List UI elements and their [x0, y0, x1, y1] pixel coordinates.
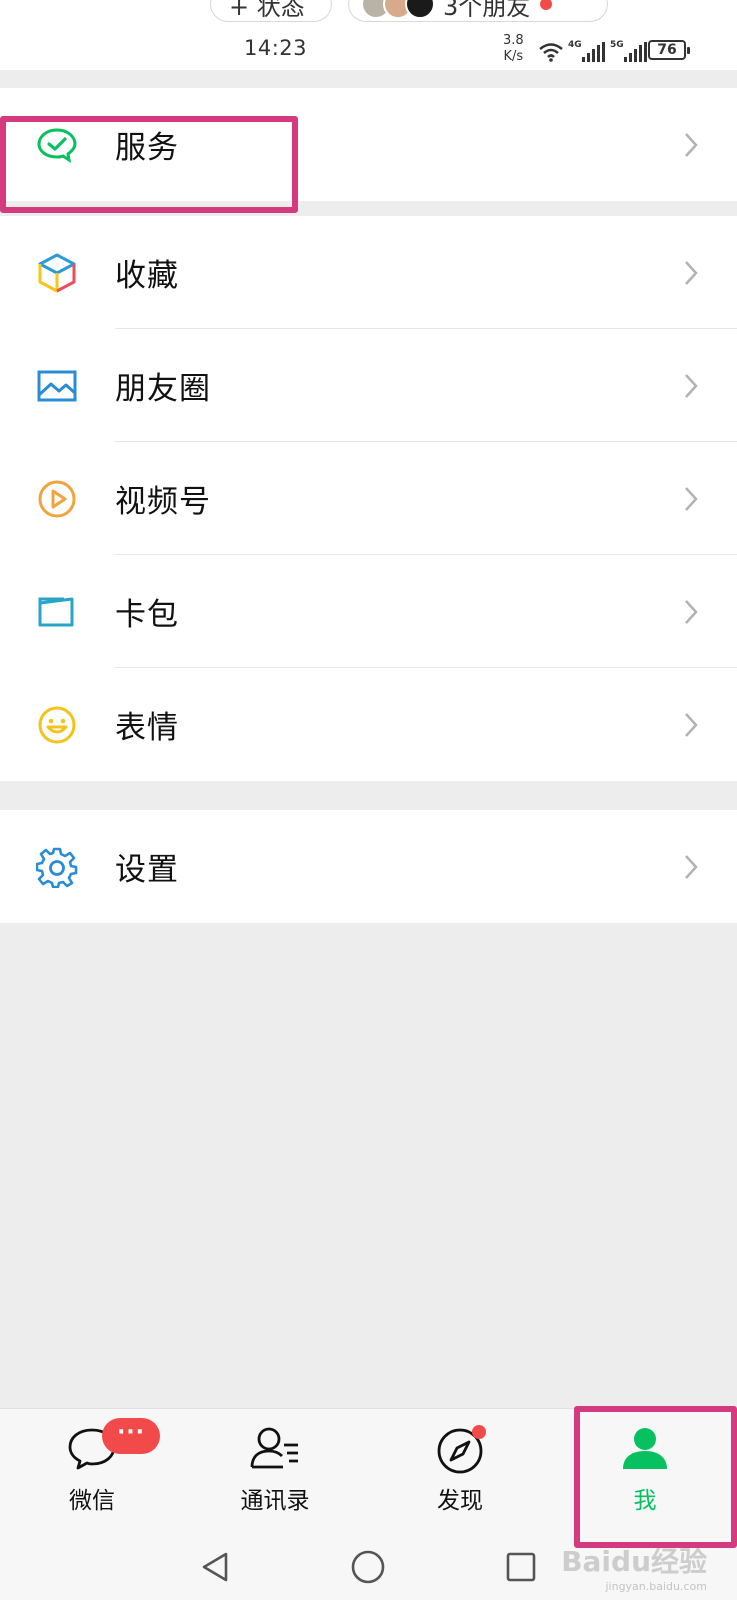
sticker-smile-icon — [36, 704, 78, 746]
home-circle-icon — [351, 1550, 385, 1584]
new-dot-icon — [472, 1425, 486, 1439]
tab-discover[interactable]: 发现 — [400, 1409, 520, 1535]
tab-label: 微信 — [69, 1488, 115, 1514]
friends-status-button[interactable]: 3个朋友 — [348, 0, 608, 22]
chevron-right-icon — [685, 260, 698, 285]
favorites-cube-icon — [36, 252, 78, 294]
channels-play-icon — [36, 478, 78, 520]
avatar — [405, 0, 435, 19]
net-speed: 3.8 K/s — [503, 33, 524, 65]
menu-item-favorites[interactable]: 收藏 — [0, 216, 737, 329]
settings-gear-icon — [36, 846, 78, 888]
network-type-label: 4G — [568, 40, 582, 50]
menu-item-label: 表情 — [115, 710, 179, 746]
net-speed-unit: K/s — [503, 49, 524, 64]
wifi-icon — [539, 43, 563, 62]
chevron-right-icon — [685, 712, 698, 737]
menu-item-label: 收藏 — [115, 258, 179, 294]
menu-item-label: 视频号 — [115, 484, 211, 520]
menu-item-card-wallet[interactable]: 卡包 — [0, 555, 737, 668]
watermark-brand: Baidu经验 — [561, 1545, 707, 1578]
back-triangle-icon — [202, 1552, 228, 1582]
network-type-label: 5G — [610, 40, 624, 50]
features-group: 收藏 朋友圈 视频号 卡包 表情 — [0, 216, 737, 781]
compass-icon — [434, 1423, 486, 1475]
cell-signal-4g-icon: 4G — [568, 40, 606, 62]
menu-item-settings[interactable]: 设置 — [0, 810, 737, 923]
unread-badge: ··· — [102, 1418, 160, 1454]
tab-contacts[interactable]: 通讯录 — [215, 1409, 335, 1535]
chevron-right-icon — [685, 599, 698, 624]
highlight-box-service — [0, 116, 298, 213]
menu-item-label: 卡包 — [115, 597, 179, 633]
contacts-icon — [249, 1423, 301, 1475]
net-speed-value: 3.8 — [503, 33, 524, 48]
settings-group: 设置 — [0, 810, 737, 923]
home-button[interactable] — [343, 1542, 393, 1592]
chevron-right-icon — [685, 373, 698, 398]
chevron-right-icon — [685, 854, 698, 879]
moments-picture-icon — [36, 365, 78, 407]
menu-item-label: 朋友圈 — [115, 371, 211, 407]
menu-item-channels[interactable]: 视频号 — [0, 442, 737, 555]
chevron-right-icon — [685, 132, 698, 157]
tab-chats[interactable]: ··· 微信 — [32, 1409, 160, 1535]
chat-bubble-icon: ··· — [66, 1418, 160, 1475]
add-status-label: + 状态 — [229, 0, 305, 21]
tab-label: 发现 — [437, 1488, 483, 1514]
chevron-right-icon — [685, 486, 698, 511]
status-bar: + 状态 3个朋友 14:23 3.8 K/s 4G 5G 76 — [0, 0, 737, 70]
tab-label: 通讯录 — [240, 1488, 310, 1514]
friend-avatars — [361, 0, 435, 19]
back-button[interactable] — [190, 1542, 240, 1592]
menu-item-label: 设置 — [115, 852, 179, 888]
battery-icon: 76 — [648, 40, 690, 60]
clock: 14:23 — [244, 36, 308, 60]
new-dot-icon — [540, 0, 553, 10]
watermark-url: jingyan.baidu.com — [605, 1580, 707, 1593]
recents-button[interactable] — [496, 1542, 546, 1592]
card-wallet-icon — [36, 591, 78, 633]
recents-square-icon — [506, 1552, 536, 1582]
menu-item-moments[interactable]: 朋友圈 — [0, 329, 737, 442]
signal-icons: 4G 5G — [538, 38, 648, 62]
friends-count-label: 3个朋友 — [443, 0, 531, 21]
cell-signal-5g-icon: 5G — [610, 40, 648, 62]
add-status-button[interactable]: + 状态 — [210, 0, 332, 22]
highlight-box-me-tab — [574, 1406, 737, 1548]
menu-item-stickers[interactable]: 表情 — [0, 668, 737, 781]
